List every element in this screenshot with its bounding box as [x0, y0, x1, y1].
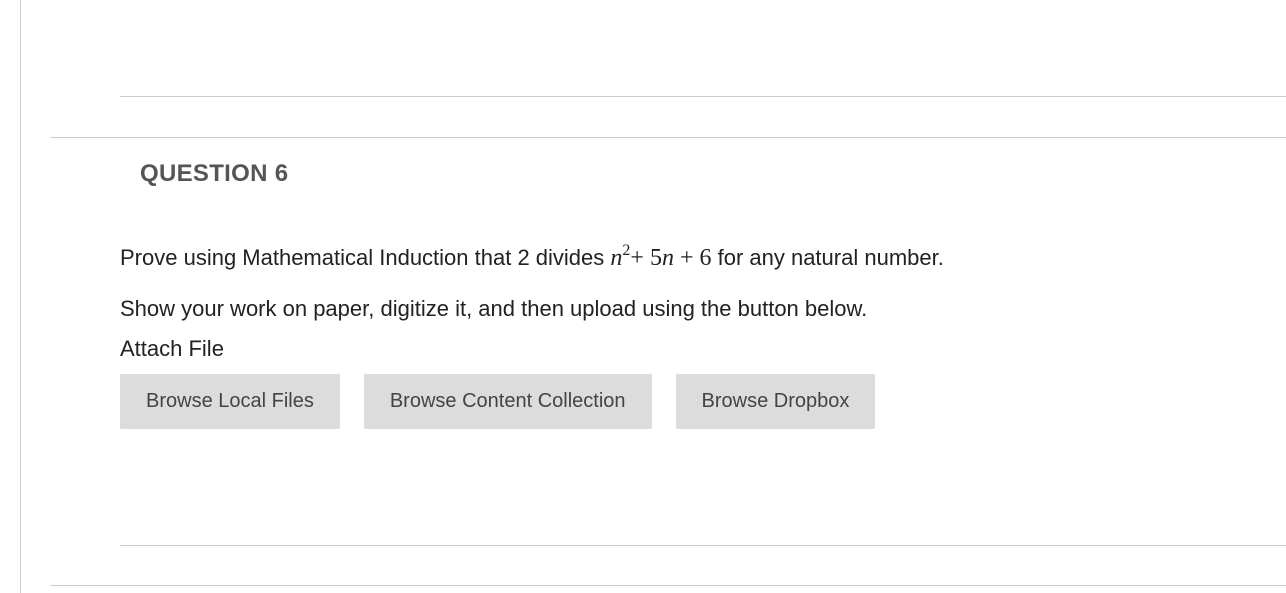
question-header: QUESTION 6 — [140, 160, 288, 188]
question-prompt: Prove using Mathematical Induction that … — [120, 240, 1266, 276]
browse-local-files-button[interactable]: Browse Local Files — [120, 374, 340, 429]
math-op-plus-1: + — [630, 245, 650, 271]
prompt-prefix: Prove using Mathematical Induction that … — [120, 245, 610, 270]
browse-dropbox-button[interactable]: Browse Dropbox — [676, 374, 876, 429]
divider-bottom-outer — [50, 585, 1286, 586]
prompt-suffix: for any natural number. — [711, 245, 943, 270]
browse-content-collection-button[interactable]: Browse Content Collection — [364, 374, 652, 429]
divider-top-outer — [50, 137, 1286, 138]
divider-top-inner — [120, 96, 1286, 97]
instruction-text: Show your work on paper, digitize it, an… — [120, 296, 1266, 322]
math-superscript: 2 — [622, 242, 630, 259]
math-coef-5: 5 — [650, 245, 662, 271]
math-op-plus-2: + — [674, 245, 700, 271]
divider-bottom-inner — [120, 545, 1286, 546]
question-content: Prove using Mathematical Induction that … — [120, 240, 1266, 429]
math-var-n: n — [610, 245, 622, 271]
math-var-n-2: n — [662, 245, 674, 271]
left-border — [20, 0, 21, 593]
attach-file-label: Attach File — [120, 336, 1266, 362]
attach-button-row: Browse Local Files Browse Content Collec… — [120, 374, 1266, 429]
math-const-6: 6 — [699, 245, 711, 271]
